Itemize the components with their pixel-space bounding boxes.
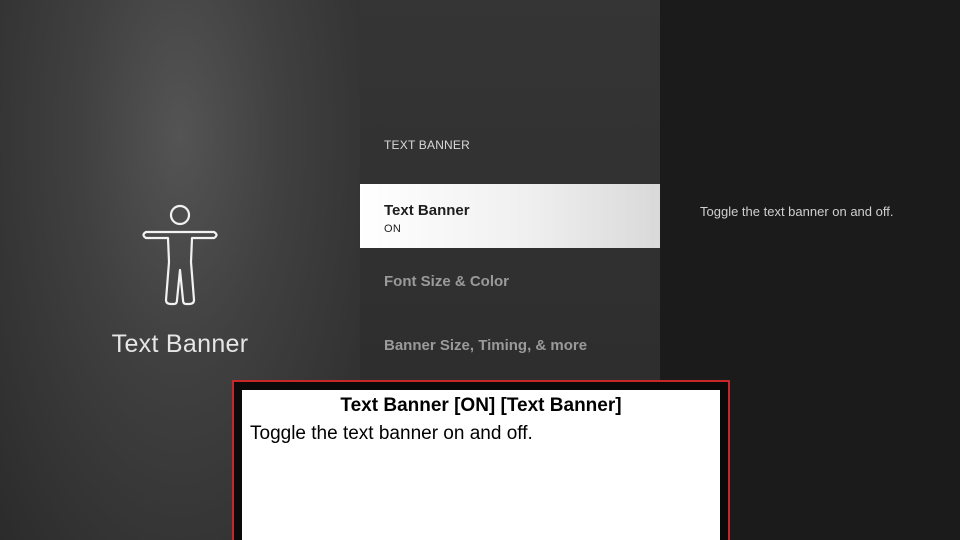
text-banner-body: Toggle the text banner on and off. bbox=[250, 423, 533, 444]
text-banner-overlay: Text Banner [ON] [Text Banner] Toggle th… bbox=[232, 380, 730, 540]
page-title: Text Banner bbox=[111, 330, 249, 358]
menu-item-label: Banner Size, Timing, & more bbox=[384, 337, 588, 354]
menu-item-label: Font Size & Color bbox=[384, 273, 509, 290]
menu-item-value: ON bbox=[384, 223, 402, 235]
menu-item-banner-size-timing[interactable]: Banner Size, Timing, & more bbox=[360, 337, 660, 354]
menu-item-text-banner[interactable]: Text Banner ON bbox=[360, 184, 660, 248]
menu-item-font-size-color[interactable]: Font Size & Color bbox=[360, 273, 660, 290]
settings-screen: Text Banner TEXT BANNER Text Banner ON F… bbox=[0, 0, 960, 540]
menu-item-label: Text Banner bbox=[384, 202, 470, 219]
accessibility-person-icon bbox=[142, 204, 218, 306]
item-description: Toggle the text banner on and off. bbox=[700, 204, 894, 219]
section-header: TEXT BANNER bbox=[384, 138, 470, 152]
text-banner-title: Text Banner [ON] [Text Banner] bbox=[340, 395, 622, 416]
text-banner-content: Text Banner [ON] [Text Banner] Toggle th… bbox=[242, 390, 720, 540]
